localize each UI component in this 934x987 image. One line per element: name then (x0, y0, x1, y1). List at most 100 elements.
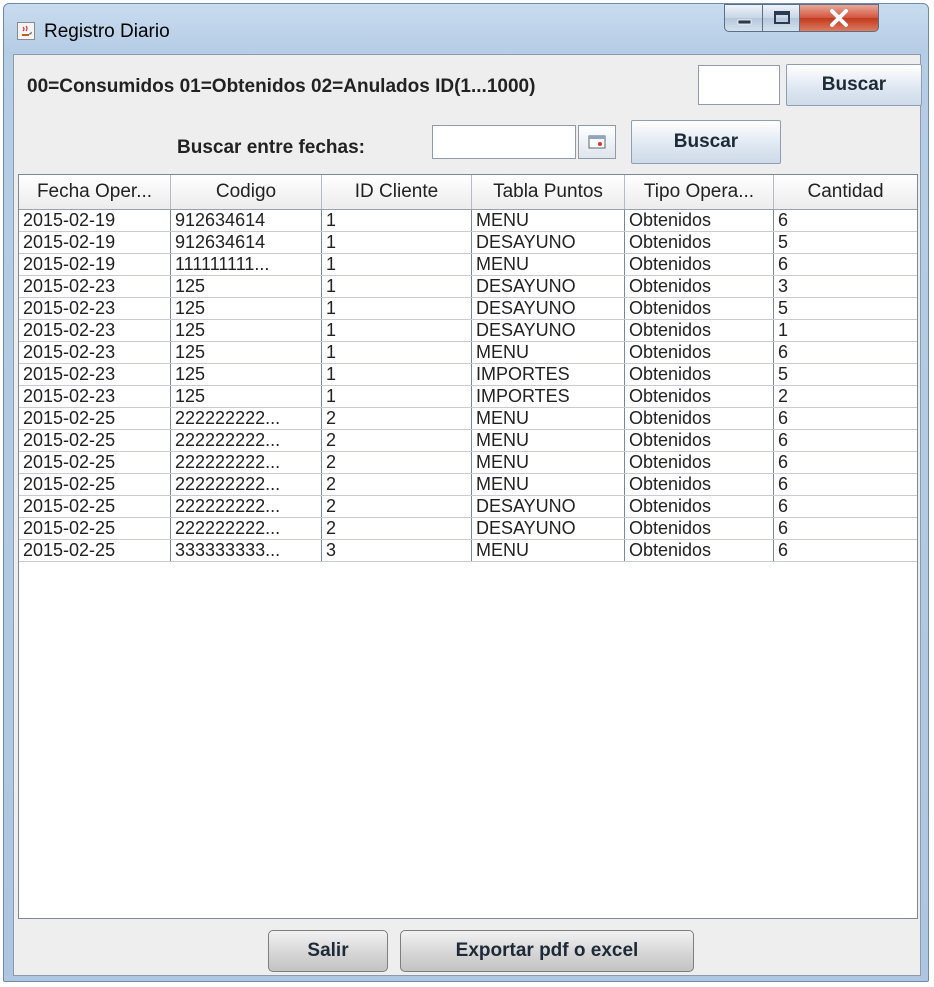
table-cell[interactable]: Obtenidos (625, 386, 774, 407)
table-cell[interactable]: 2015-02-19 (19, 232, 171, 253)
table-cell[interactable]: 1 (322, 386, 472, 407)
table-row[interactable]: 2015-02-23 125 1 DESAYUNO Obtenidos 5 (19, 298, 917, 320)
table-cell[interactable]: MENU (472, 452, 625, 473)
table-row[interactable]: 2015-02-19 912634614 1 MENU Obtenidos 6 (19, 210, 917, 232)
table-cell[interactable]: 2015-02-25 (19, 452, 171, 473)
table-cell[interactable]: 2015-02-25 (19, 430, 171, 451)
table-cell[interactable]: Obtenidos (625, 408, 774, 429)
table-cell[interactable]: 222222222... (171, 518, 322, 539)
table-cell[interactable]: 2015-02-25 (19, 474, 171, 495)
table-cell[interactable]: 6 (774, 430, 917, 451)
table-cell[interactable]: 2015-02-23 (19, 320, 171, 341)
table-cell[interactable]: Obtenidos (625, 342, 774, 363)
table-cell[interactable]: MENU (472, 408, 625, 429)
table-row[interactable]: 2015-02-23 125 1 DESAYUNO Obtenidos 1 (19, 320, 917, 342)
table-cell[interactable]: 222222222... (171, 430, 322, 451)
table-cell[interactable]: 6 (774, 408, 917, 429)
table-row[interactable]: 2015-02-25 222222222... 2 MENU Obtenidos 6 (19, 452, 917, 474)
table-cell[interactable]: 1 (774, 320, 917, 341)
table-cell[interactable]: Obtenidos (625, 254, 774, 275)
table-cell[interactable]: Obtenidos (625, 320, 774, 341)
table-cell[interactable]: DESAYUNO (472, 320, 625, 341)
title-bar[interactable]: Registro Diario (4, 4, 928, 54)
table-cell[interactable]: IMPORTES (472, 386, 625, 407)
table-cell[interactable]: 3 (774, 276, 917, 297)
table-cell[interactable]: MENU (472, 474, 625, 495)
close-button[interactable] (799, 4, 879, 32)
salir-button[interactable]: Salir (268, 930, 388, 972)
table-cell[interactable]: Obtenidos (625, 430, 774, 451)
table-cell[interactable]: 2015-02-19 (19, 210, 171, 231)
column-header[interactable]: ID Cliente (322, 175, 472, 209)
table-row[interactable]: 2015-02-23 125 1 IMPORTES Obtenidos 5 (19, 364, 917, 386)
table-cell[interactable]: 2 (322, 430, 472, 451)
table-cell[interactable]: Obtenidos (625, 540, 774, 561)
table-cell[interactable]: 6 (774, 540, 917, 561)
table-cell[interactable]: 2015-02-23 (19, 298, 171, 319)
table-cell[interactable]: Obtenidos (625, 474, 774, 495)
id-input[interactable] (698, 65, 780, 105)
table-row[interactable]: 2015-02-25 333333333... 3 MENU Obtenidos 6 (19, 540, 917, 562)
table-cell[interactable]: 2015-02-23 (19, 364, 171, 385)
exportar-button[interactable]: Exportar pdf o excel (400, 930, 694, 972)
table-cell[interactable]: 5 (774, 364, 917, 385)
table-row[interactable]: 2015-02-25 222222222... 2 DESAYUNO Obtenidos… (19, 518, 917, 540)
table-cell[interactable]: 125 (171, 364, 322, 385)
table-cell[interactable]: 5 (774, 298, 917, 319)
minimize-button[interactable] (724, 4, 763, 32)
table-cell[interactable]: 2015-02-23 (19, 276, 171, 297)
column-header[interactable]: Fecha Oper... (19, 175, 171, 209)
table-cell[interactable]: 125 (171, 342, 322, 363)
column-header[interactable]: Codigo (171, 175, 322, 209)
table-cell[interactable]: 1 (322, 364, 472, 385)
column-header[interactable]: Cantidad (774, 175, 917, 209)
table-cell[interactable]: 5 (774, 232, 917, 253)
table-cell[interactable]: 222222222... (171, 496, 322, 517)
table-cell[interactable]: Obtenidos (625, 496, 774, 517)
table-cell[interactable]: MENU (472, 540, 625, 561)
table-cell[interactable]: 2 (322, 496, 472, 517)
table-cell[interactable]: Obtenidos (625, 518, 774, 539)
records-table[interactable]: Fecha Oper... Codigo ID Cliente Tabla Pu… (18, 174, 918, 919)
table-cell[interactable]: MENU (472, 342, 625, 363)
table-cell[interactable]: 333333333... (171, 540, 322, 561)
table-cell[interactable]: 125 (171, 320, 322, 341)
table-cell[interactable]: 2 (322, 408, 472, 429)
table-cell[interactable]: DESAYUNO (472, 276, 625, 297)
table-cell[interactable]: 111111111... (171, 254, 322, 275)
table-cell[interactable]: 1 (322, 320, 472, 341)
table-cell[interactable]: MENU (472, 430, 625, 451)
table-row[interactable]: 2015-02-25 222222222... 2 MENU Obtenidos 6 (19, 430, 917, 452)
table-cell[interactable]: 6 (774, 342, 917, 363)
table-cell[interactable]: DESAYUNO (472, 298, 625, 319)
column-header[interactable]: Tipo Opera... (625, 175, 774, 209)
table-cell[interactable]: 2015-02-19 (19, 254, 171, 275)
table-cell[interactable]: 2 (322, 518, 472, 539)
table-row[interactable]: 2015-02-25 222222222... 2 MENU Obtenidos 6 (19, 408, 917, 430)
table-cell[interactable]: 1 (322, 342, 472, 363)
table-cell[interactable]: 2015-02-25 (19, 496, 171, 517)
table-cell[interactable]: Obtenidos (625, 298, 774, 319)
table-cell[interactable]: 6 (774, 254, 917, 275)
buscar-fechas-button[interactable]: Buscar (631, 120, 781, 164)
table-cell[interactable]: 6 (774, 496, 917, 517)
table-cell[interactable]: 222222222... (171, 474, 322, 495)
date-input[interactable] (432, 125, 576, 159)
table-cell[interactable]: Obtenidos (625, 232, 774, 253)
table-row[interactable]: 2015-02-25 222222222... 2 DESAYUNO Obtenidos… (19, 496, 917, 518)
table-cell[interactable]: DESAYUNO (472, 518, 625, 539)
table-cell[interactable]: 6 (774, 210, 917, 231)
table-cell[interactable]: 6 (774, 474, 917, 495)
table-row[interactable]: 2015-02-19 912634614 1 DESAYUNO Obtenidos 5 (19, 232, 917, 254)
table-cell[interactable]: Obtenidos (625, 364, 774, 385)
table-cell[interactable]: 125 (171, 386, 322, 407)
column-header[interactable]: Tabla Puntos (472, 175, 625, 209)
maximize-button[interactable] (762, 4, 800, 32)
table-cell[interactable]: 222222222... (171, 408, 322, 429)
table-row[interactable]: 2015-02-23 125 1 MENU Obtenidos 6 (19, 342, 917, 364)
table-cell[interactable]: 222222222... (171, 452, 322, 473)
table-cell[interactable]: 1 (322, 254, 472, 275)
table-row[interactable]: 2015-02-19 111111111... 1 MENU Obtenidos 6 (19, 254, 917, 276)
table-cell[interactable]: 6 (774, 518, 917, 539)
table-cell[interactable]: IMPORTES (472, 364, 625, 385)
